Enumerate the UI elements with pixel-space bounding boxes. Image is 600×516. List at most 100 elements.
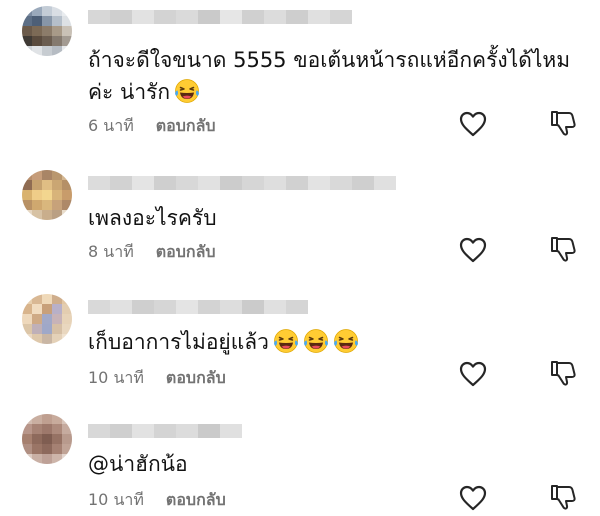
avatar-pixel: [42, 324, 52, 334]
like-button[interactable]: [458, 235, 488, 265]
thumbs-down-outline-icon: [551, 111, 576, 136]
reply-button[interactable]: ตอบกลับ: [156, 240, 216, 265]
avatar-pixel: [52, 314, 62, 324]
avatar-pixel: [22, 200, 32, 210]
avatar-pixel: [32, 424, 42, 434]
avatar-pixel: [22, 454, 32, 464]
avatar-pixel: [52, 424, 62, 434]
username-pixel: [132, 10, 154, 24]
avatar-pixel: [62, 190, 72, 200]
avatar-pixel: [22, 36, 32, 46]
avatar-pixel: [62, 324, 72, 334]
avatar-pixel: [62, 180, 72, 190]
username-pixel: [330, 176, 352, 190]
avatar-pixel: [62, 26, 72, 36]
like-button[interactable]: [458, 359, 488, 389]
dislike-button[interactable]: [548, 108, 578, 138]
reply-button[interactable]: ตอบกลับ: [166, 488, 226, 513]
avatar-pixel: [62, 6, 72, 16]
avatar-pixel: [62, 294, 72, 304]
username-pixel: [198, 10, 220, 24]
username-pixel: [242, 176, 264, 190]
face-with-tears-of-joy-icon: [304, 329, 328, 353]
comment-text: ถ้าจะดีใจขนาด 5555 ขอเต้นหน้ารถแห่อีกครั…: [88, 44, 580, 108]
avatar-pixel: [52, 170, 62, 180]
username-pixel: [242, 10, 264, 24]
avatar-pixel: [62, 200, 72, 210]
avatar-pixel: [62, 444, 72, 454]
face-with-tears-of-joy-icon: [175, 79, 200, 103]
username-pixel: [176, 176, 198, 190]
avatar-pixel: [52, 6, 62, 16]
avatar-pixel: [22, 434, 32, 444]
avatar-pixel: [22, 210, 32, 220]
comment-item: เก็บอาการไม่อยู่แล้ว 10 นาที ตอบกลับ: [0, 284, 600, 396]
avatar-pixel: [32, 16, 42, 26]
avatar-pixel: [42, 294, 52, 304]
avatar-pixel: [32, 454, 42, 464]
avatar-pixel: [42, 334, 52, 344]
avatar-pixel: [32, 334, 42, 344]
username-pixel: [110, 10, 132, 24]
avatar-pixel: [42, 444, 52, 454]
avatar-pixel: [62, 170, 72, 180]
username-pixel: [308, 10, 330, 24]
dislike-button[interactable]: [548, 482, 578, 512]
avatar-pixel: [42, 200, 52, 210]
comment-time: 10 นาที: [88, 490, 144, 509]
username-blurred[interactable]: [88, 176, 396, 190]
username-pixel: [88, 176, 110, 190]
avatar-pixel: [42, 304, 52, 314]
avatar-pixel: [32, 6, 42, 16]
like-button[interactable]: [458, 483, 488, 513]
avatar-pixel: [62, 36, 72, 46]
avatar-pixel: [52, 304, 62, 314]
thumbs-down-outline-icon: [551, 361, 576, 386]
username-pixel: [154, 424, 176, 438]
comment-item: เพลงอะไรครับ 8 นาที ตอบกลับ: [0, 160, 600, 270]
username-pixel: [198, 300, 220, 314]
avatar-pixel: [32, 434, 42, 444]
avatar-pixel: [22, 424, 32, 434]
comment-body: เก็บอาการไม่อยู่แล้ว: [88, 330, 269, 354]
username-pixel: [374, 176, 396, 190]
reply-button[interactable]: ตอบกลับ: [166, 366, 226, 391]
username-pixel: [220, 10, 242, 24]
username-blurred[interactable]: [88, 300, 308, 314]
username-pixel: [132, 300, 154, 314]
username-pixel: [88, 300, 110, 314]
avatar-pixel: [42, 36, 52, 46]
username-blurred[interactable]: [88, 10, 352, 24]
username-pixel: [132, 176, 154, 190]
username-pixel: [220, 424, 242, 438]
heart-outline-icon: [459, 361, 487, 387]
avatar-pixel: [52, 190, 62, 200]
avatar-pixel: [32, 190, 42, 200]
username-pixel: [176, 300, 198, 314]
avatar-pixel: [62, 210, 72, 220]
username-pixel: [264, 300, 286, 314]
avatar-pixel: [22, 46, 32, 56]
username-pixel: [220, 300, 242, 314]
avatar[interactable]: [22, 6, 72, 56]
username-pixel: [88, 424, 110, 438]
avatar-pixel: [62, 314, 72, 324]
avatar[interactable]: [22, 414, 72, 464]
dislike-button[interactable]: [548, 358, 578, 388]
avatar[interactable]: [22, 170, 72, 220]
dislike-button[interactable]: [548, 234, 578, 264]
avatar[interactable]: [22, 294, 72, 344]
comment-meta: 10 นาที ตอบกลับ: [88, 366, 226, 391]
comment-item: @น่าฮักน้อ 10 นาที ตอบกลับ: [0, 408, 600, 516]
comment-text: เก็บอาการไม่อยู่แล้ว: [88, 326, 580, 358]
avatar-pixel: [32, 324, 42, 334]
like-button[interactable]: [458, 109, 488, 139]
username-blurred[interactable]: [88, 424, 242, 438]
comment-text: เพลงอะไรครับ: [88, 202, 580, 234]
avatar-pixel: [42, 314, 52, 324]
reply-button[interactable]: ตอบกลับ: [156, 114, 216, 139]
thumbs-down-outline-icon: [551, 237, 576, 262]
username-pixel: [110, 424, 132, 438]
heart-outline-icon: [459, 485, 487, 511]
comment-meta: 8 นาที ตอบกลับ: [88, 240, 216, 265]
